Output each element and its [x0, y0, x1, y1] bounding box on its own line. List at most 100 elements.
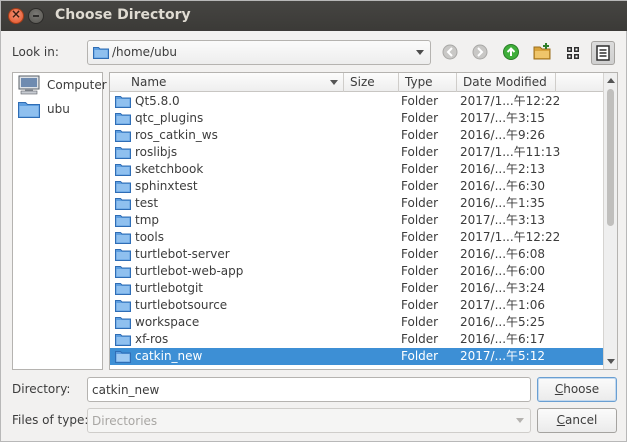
- table-row[interactable]: turtlebot-web-app Folder 2016/...午6:00: [110, 263, 603, 280]
- title-bar: × Choose Directory: [1, 1, 627, 31]
- arrow-left-icon: [442, 44, 458, 60]
- table-row[interactable]: catkin_new Folder 2017/...午5:12: [110, 348, 603, 365]
- file-date: 2017/...午3:13: [460, 213, 545, 227]
- list-view-icon: [567, 47, 579, 59]
- file-date: 2016/...午1:35: [460, 196, 545, 210]
- file-date: 2016/...午5:25: [460, 315, 545, 329]
- vertical-scrollbar[interactable]: [603, 73, 617, 369]
- minimize-icon: [33, 15, 39, 17]
- table-row[interactable]: tmp Folder 2017/...午3:13: [110, 212, 603, 229]
- files-of-type-value: Directories: [92, 414, 158, 428]
- sidebar-item-label: Computer: [47, 78, 107, 92]
- file-date: 2016/...午2:13: [460, 162, 545, 176]
- file-type: Folder: [401, 264, 439, 278]
- file-type: Folder: [401, 94, 439, 108]
- file-type: Folder: [401, 111, 439, 125]
- look-in-path: /home/ubu: [112, 45, 177, 59]
- arrow-right-icon: [472, 44, 488, 60]
- files-of-type-combo[interactable]: Directories: [87, 408, 531, 433]
- sidebar-item-label: ubu: [47, 102, 70, 116]
- column-header-date[interactable]: Date Modified: [457, 73, 556, 92]
- new-folder-icon: [533, 43, 551, 60]
- choose-button[interactable]: Choose: [537, 377, 617, 402]
- table-row[interactable]: test Folder 2016/...午1:35: [110, 195, 603, 212]
- files-of-type-label: Files of type:: [12, 413, 89, 427]
- file-name: turtlebotsource: [135, 298, 228, 312]
- cancel-button[interactable]: Cancel: [537, 408, 617, 433]
- scrollbar-thumb[interactable]: [607, 89, 614, 226]
- file-name: catkin_new: [135, 349, 203, 363]
- folder-icon: [115, 350, 131, 368]
- look-in-label: Look in:: [12, 45, 59, 59]
- close-button[interactable]: ×: [8, 7, 24, 24]
- window-title: Choose Directory: [55, 7, 191, 23]
- file-type: Folder: [401, 145, 439, 159]
- table-row[interactable]: xf-ros Folder 2016/...午6:17: [110, 331, 603, 348]
- directory-label: Directory:: [12, 382, 71, 396]
- file-type: Folder: [401, 128, 439, 142]
- file-name: roslibjs: [135, 145, 178, 159]
- file-type: Folder: [401, 298, 439, 312]
- parent-directory-button[interactable]: [499, 40, 523, 64]
- sidebar-item-ubu[interactable]: ubu: [17, 99, 101, 119]
- sidebar: Computer ubu: [12, 72, 107, 370]
- detail-view-icon: [596, 45, 610, 61]
- scroll-down-icon[interactable]: [607, 359, 615, 364]
- file-type: Folder: [401, 230, 439, 244]
- column-header-type[interactable]: Type: [399, 73, 457, 92]
- file-type: Folder: [401, 247, 439, 261]
- table-row[interactable]: turtlebotsource Folder 2017/...午1:06: [110, 297, 603, 314]
- file-date: 2017/...午5:12: [460, 349, 545, 363]
- file-date: 2017/...午3:15: [460, 111, 545, 125]
- minimize-button[interactable]: [28, 8, 44, 24]
- chevron-down-icon: [416, 50, 424, 55]
- file-type: Folder: [401, 162, 439, 176]
- file-name: tools: [135, 230, 164, 244]
- file-type: Folder: [401, 349, 439, 363]
- table-row[interactable]: turtlebotgit Folder 2016/...午3:24: [110, 280, 603, 297]
- file-date: 2017/1...午12:22: [460, 94, 561, 108]
- column-header-name[interactable]: Name: [110, 73, 344, 92]
- new-folder-button[interactable]: [530, 40, 554, 64]
- column-header-size[interactable]: Size: [344, 73, 399, 92]
- list-view-button[interactable]: [561, 41, 585, 65]
- look-in-combo[interactable]: /home/ubu: [87, 40, 431, 65]
- file-date: 2016/...午6:30: [460, 179, 545, 193]
- forward-button[interactable]: [468, 40, 492, 64]
- chevron-down-icon: [516, 418, 524, 423]
- file-type: Folder: [401, 196, 439, 210]
- file-name: ros_catkin_ws: [135, 128, 218, 142]
- sidebar-item-computer[interactable]: Computer: [17, 75, 107, 98]
- back-button[interactable]: [438, 40, 462, 64]
- computer-icon: [18, 75, 40, 98]
- file-list: Name Size Type Date Modified Qt5.8.0 Fold…: [109, 72, 618, 370]
- arrow-up-icon: [503, 44, 519, 60]
- file-name: turtlebot-web-app: [135, 264, 244, 278]
- table-row[interactable]: sphinxtest Folder 2016/...午6:30: [110, 178, 603, 195]
- file-date: 2016/...午6:08: [460, 247, 545, 261]
- file-name: test: [135, 196, 159, 210]
- table-row[interactable]: Qt5.8.0 Folder 2017/1...午12:22: [110, 93, 603, 110]
- file-type: Folder: [401, 332, 439, 346]
- table-row[interactable]: turtlebot-server Folder 2016/...午6:08: [110, 246, 603, 263]
- table-row[interactable]: qtc_plugins Folder 2017/...午3:15: [110, 110, 603, 127]
- file-name: xf-ros: [135, 332, 169, 346]
- file-type: Folder: [401, 213, 439, 227]
- file-rows: Qt5.8.0 Folder 2017/1...午12:22 qtc_plugins F…: [110, 93, 603, 365]
- file-name: workspace: [135, 315, 200, 329]
- file-type: Folder: [401, 179, 439, 193]
- detail-view-button[interactable]: [591, 41, 615, 65]
- table-row[interactable]: ros_catkin_ws Folder 2016/...午9:26: [110, 127, 603, 144]
- table-row[interactable]: roslibjs Folder 2017/1...午11:13: [110, 144, 603, 161]
- file-date: 2016/...午9:26: [460, 128, 545, 142]
- directory-input[interactable]: [87, 377, 531, 402]
- file-date: 2017/...午1:06: [460, 298, 545, 312]
- table-row[interactable]: workspace Folder 2016/...午5:25: [110, 314, 603, 331]
- file-date: 2016/...午6:17: [460, 332, 545, 346]
- file-name: sphinxtest: [135, 179, 198, 193]
- table-row[interactable]: sketchbook Folder 2016/...午2:13: [110, 161, 603, 178]
- table-row[interactable]: tools Folder 2017/1...午12:22: [110, 229, 603, 246]
- file-type: Folder: [401, 281, 439, 295]
- file-type: Folder: [401, 315, 439, 329]
- scroll-up-icon[interactable]: [607, 78, 615, 83]
